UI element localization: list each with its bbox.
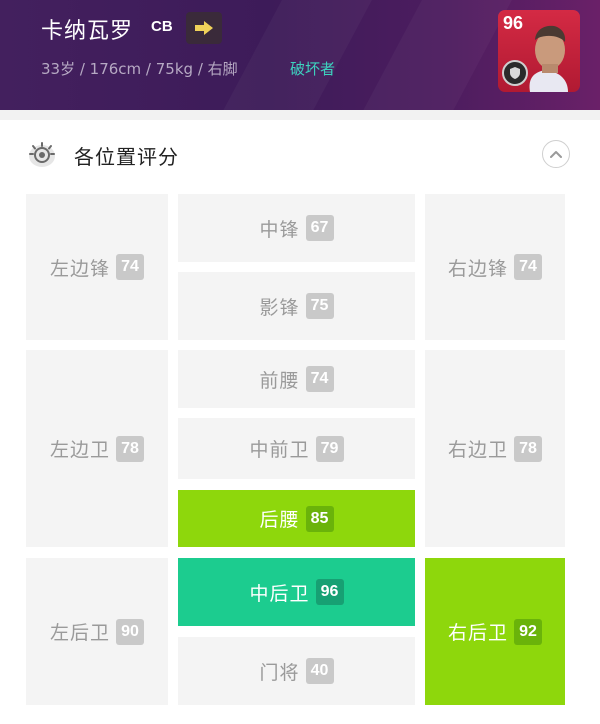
position-label: 右后卫 (447, 622, 508, 644)
position-cell-amf[interactable]: 前腰 74 (178, 350, 415, 408)
position-rating: 92 (514, 618, 542, 645)
position-rating: 96 (315, 579, 344, 605)
player-header: 卡纳瓦罗 CB 33岁 / 176cm / 75kg / 右脚 破坏者 96 (0, 0, 600, 110)
player-name: 卡纳瓦罗 (41, 19, 134, 44)
section-divider (0, 110, 600, 120)
position-cell-lmf[interactable]: 左边卫 78 (26, 350, 168, 547)
card-rating: 96 (503, 13, 524, 33)
position-rating: 78 (514, 435, 542, 462)
arrow-right-icon (195, 21, 213, 35)
position-rating: 79 (315, 435, 344, 462)
collapse-button[interactable] (542, 140, 570, 168)
position-rating: 67 (305, 215, 334, 241)
position-cell-ss[interactable]: 影锋 75 (178, 272, 415, 340)
position-cell-rwf[interactable]: 右边锋 74 (425, 194, 565, 340)
position-label: 左边卫 (49, 439, 110, 461)
switch-position-button[interactable] (186, 12, 222, 44)
player-card[interactable]: 96 (498, 10, 580, 92)
position-label: 门将 (259, 661, 300, 684)
position-label: 中锋 (259, 218, 300, 241)
section-title: 各位置评分 (74, 145, 179, 169)
position-tag: CB (151, 18, 173, 35)
position-rating: 74 (116, 254, 144, 280)
position-label: 左边锋 (49, 257, 110, 280)
position-label: 右边锋 (447, 257, 508, 280)
position-label: 中后卫 (249, 582, 310, 605)
position-label: 后腰 (259, 509, 300, 531)
position-label: 前腰 (259, 369, 300, 392)
position-cell-cf[interactable]: 中锋 67 (178, 194, 415, 262)
position-rating: 78 (116, 435, 144, 462)
position-label: 右边卫 (447, 439, 508, 461)
position-cell-dmf[interactable]: 后腰 85 (178, 490, 415, 547)
position-rating: 75 (305, 293, 334, 319)
position-rating: 85 (305, 505, 334, 532)
eye-icon (29, 142, 55, 167)
position-label: 影锋 (259, 296, 300, 319)
position-label: 中前卫 (249, 439, 310, 461)
position-cell-gk[interactable]: 门将 40 (178, 637, 415, 705)
player-stats: 33岁 / 176cm / 75kg / 右脚 (41, 60, 238, 78)
chevron-up-icon (550, 151, 562, 158)
position-cell-cmf[interactable]: 中前卫 79 (178, 418, 415, 479)
position-cell-lb[interactable]: 左后卫 90 (26, 558, 168, 705)
player-playstyle[interactable]: 破坏者 (290, 58, 335, 79)
position-label: 左后卫 (49, 622, 110, 644)
position-cell-lwf[interactable]: 左边锋 74 (26, 194, 168, 340)
position-cell-rb[interactable]: 右后卫 92 (425, 558, 565, 705)
position-rating: 74 (305, 366, 334, 392)
position-rating: 90 (116, 618, 144, 645)
header-decoration (197, 0, 393, 110)
position-rating: 74 (514, 254, 542, 280)
position-rating: 40 (305, 658, 334, 684)
shield-icon (502, 60, 528, 86)
position-cell-rmf[interactable]: 右边卫 78 (425, 350, 565, 547)
position-cell-cb[interactable]: 中后卫 96 (178, 558, 415, 626)
